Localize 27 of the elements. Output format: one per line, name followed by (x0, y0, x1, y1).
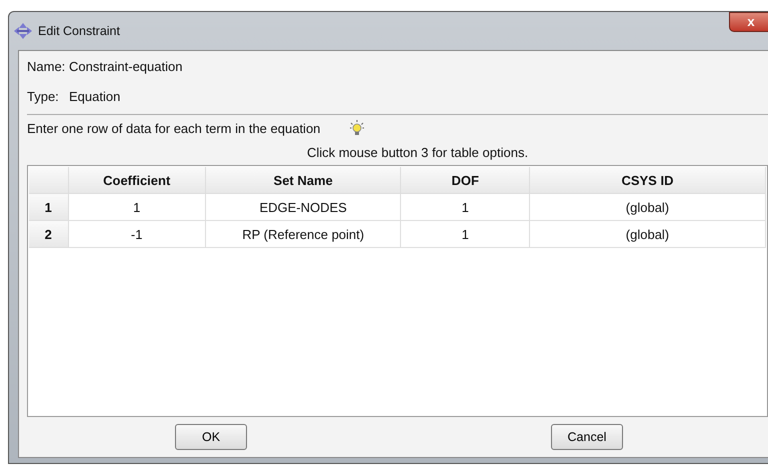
column-header: CSYS ID (530, 167, 766, 194)
table-cell[interactable]: (global) (530, 221, 766, 248)
close-button[interactable]: x (729, 12, 768, 32)
table-cell[interactable]: 1 (68, 194, 206, 221)
field-label: Name: (27, 58, 66, 74)
table-cell[interactable]: RP (Reference point) (206, 221, 402, 248)
table-hint: Click mouse button 3 for table options. (306, 144, 530, 162)
window-title: Edit Constraint (38, 24, 120, 38)
row-number: 2 (29, 221, 69, 248)
instruction-text: Enter one row of data for each term in the equation (27, 120, 320, 136)
column-header: Coefficient (68, 167, 206, 194)
app-icon (14, 23, 32, 39)
table-cell[interactable]: 1 (401, 194, 530, 221)
field-value: Constraint-equation (69, 58, 182, 74)
field-value: Equation (69, 88, 120, 104)
column-header: Set Name (206, 167, 402, 194)
lightbulb-icon (350, 120, 364, 136)
table-cell[interactable]: 1 (401, 221, 530, 248)
field-label: Type: (27, 88, 60, 104)
dialog-button[interactable]: OK (175, 424, 247, 450)
column-header: DOF (401, 167, 530, 194)
table-cell[interactable]: -1 (68, 221, 206, 248)
table-cell[interactable]: (global) (530, 194, 766, 221)
dialog-button[interactable]: Cancel (551, 424, 623, 450)
row-number: 1 (29, 194, 69, 221)
table-cell[interactable]: EDGE-NODES (206, 194, 402, 221)
corner-header (29, 167, 69, 194)
